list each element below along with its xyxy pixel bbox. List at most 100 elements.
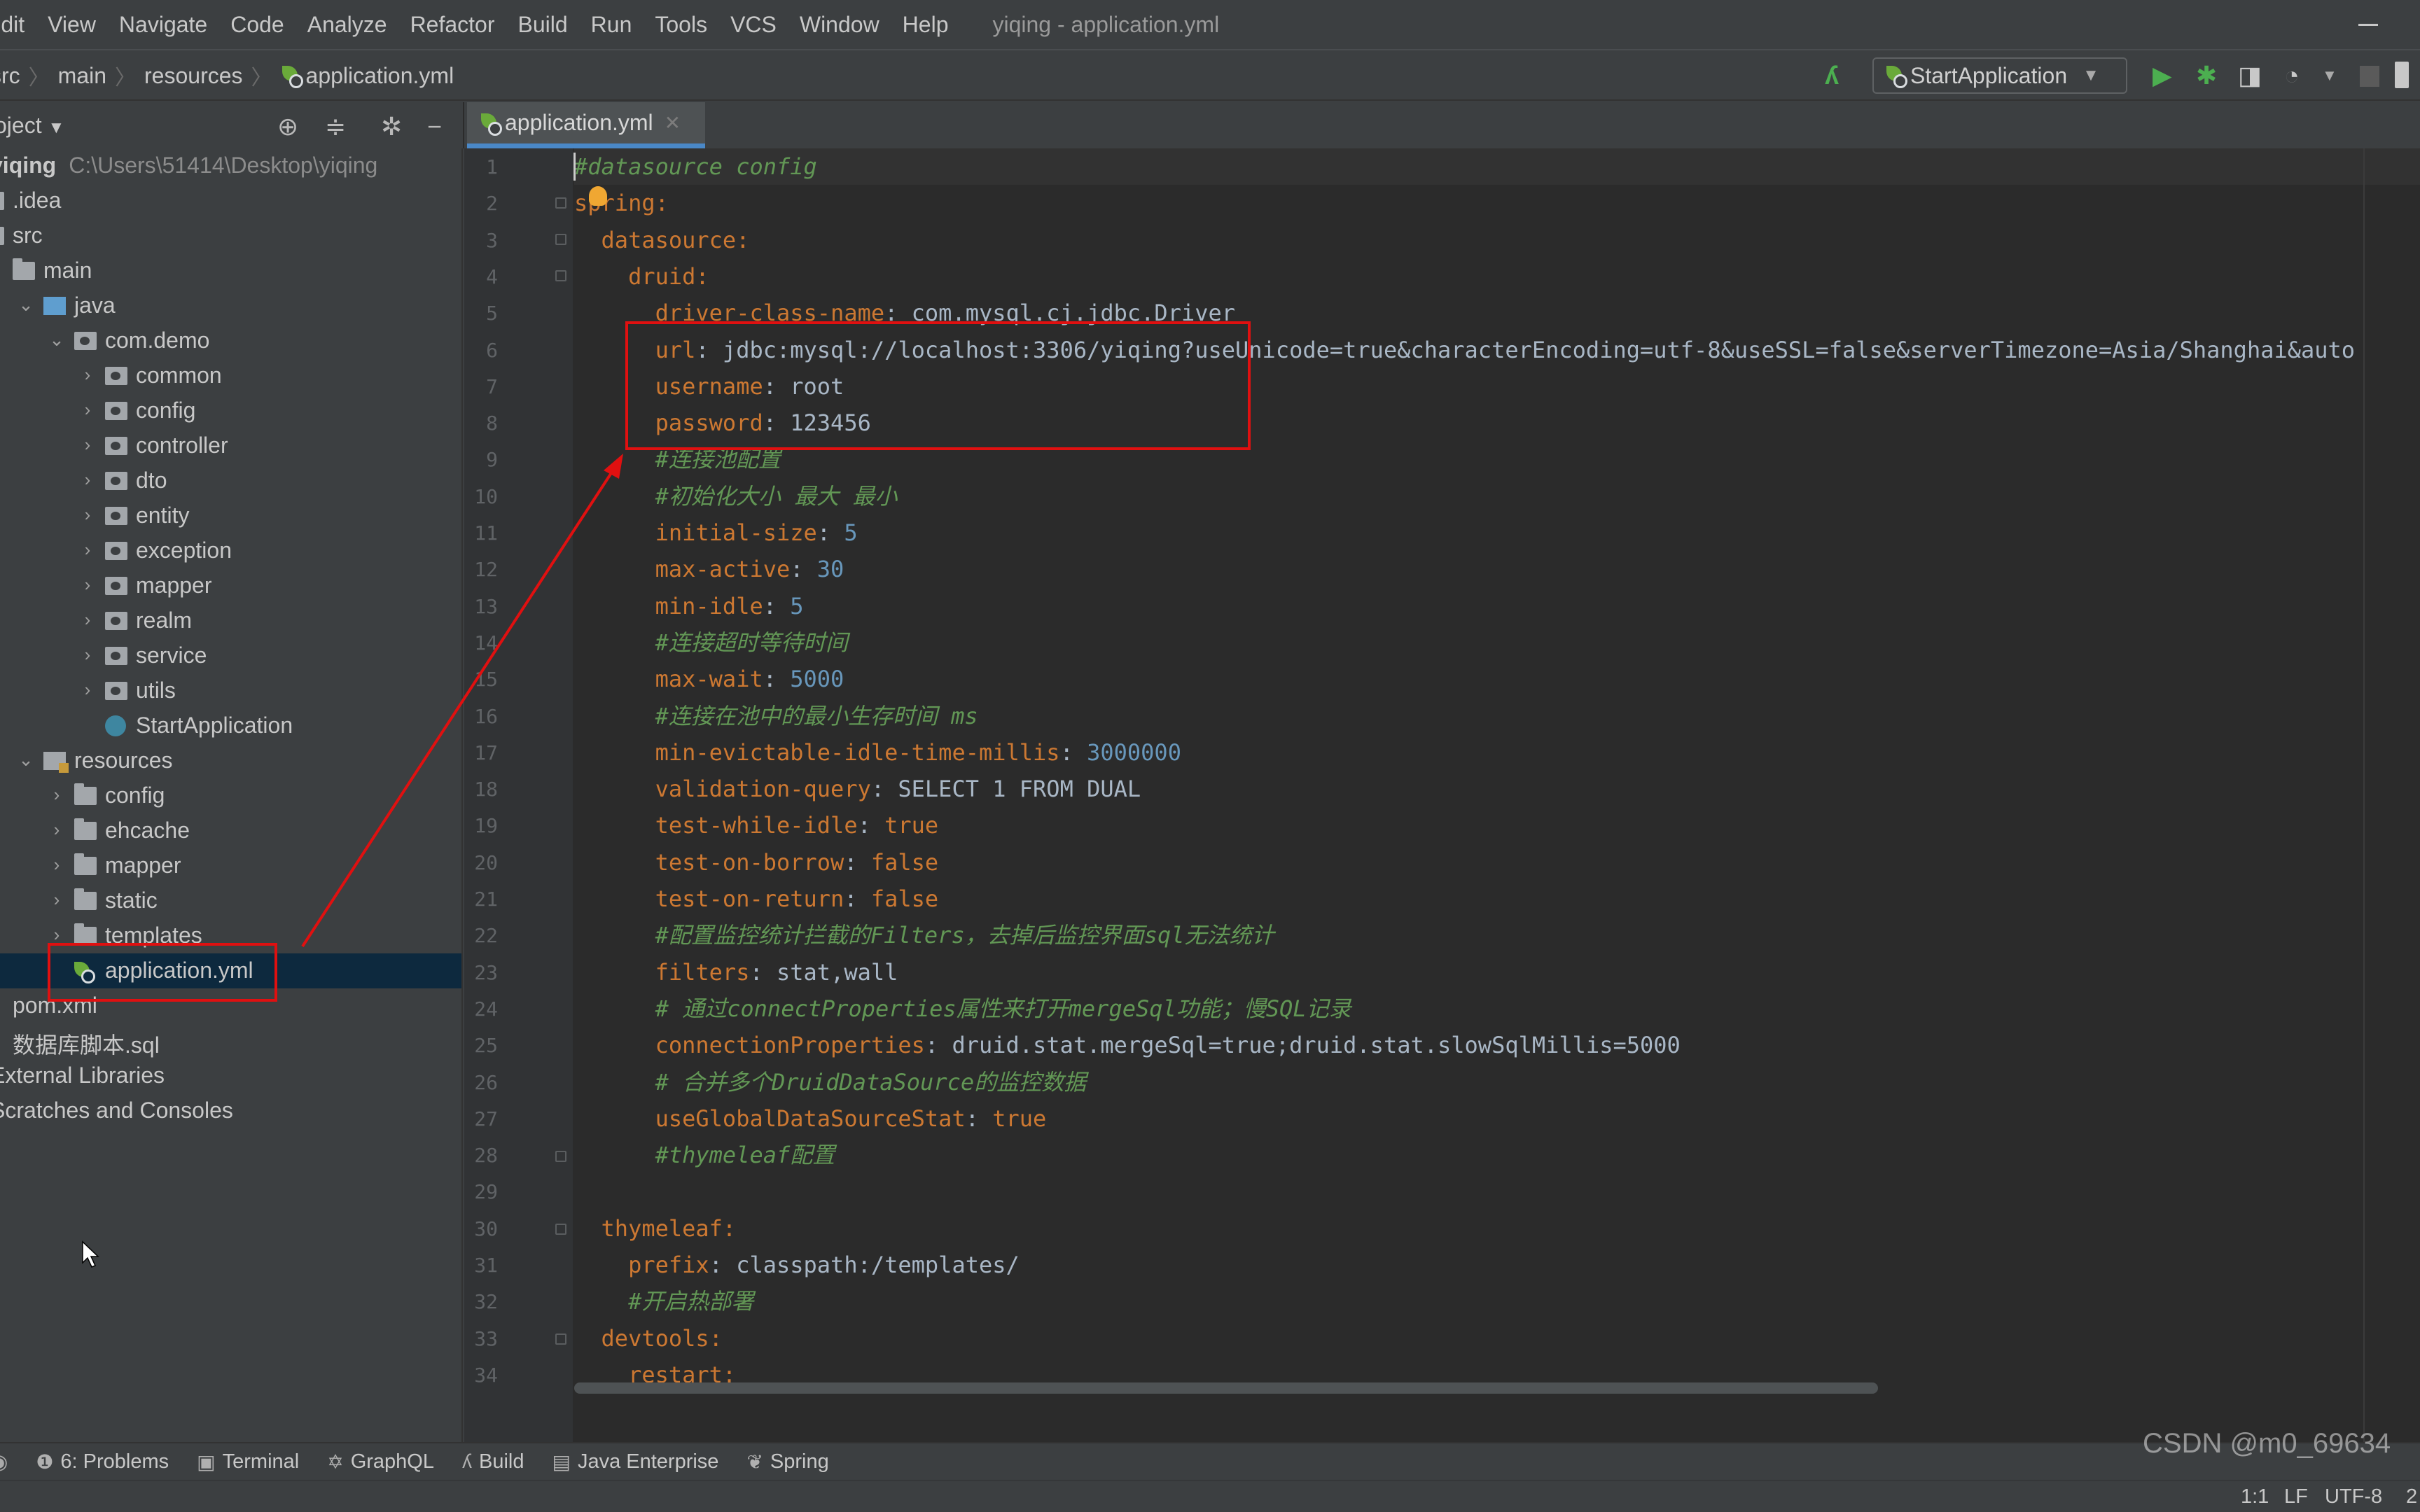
menu-refactor[interactable]: Refactor [410, 12, 495, 38]
code-line[interactable]: min-idle: 5 [574, 588, 804, 624]
code-line[interactable]: # 合并多个DruidDataSource的监控数据 [574, 1064, 1087, 1100]
code-line[interactable]: useGlobalDataSourceStat: true [574, 1100, 1047, 1137]
fold-icon[interactable] [555, 1334, 566, 1345]
tab-application-yml[interactable]: application.yml ✕ [467, 102, 705, 148]
code-line[interactable]: test-while-idle: true [574, 807, 939, 844]
chevron-right-icon[interactable]: › [77, 539, 98, 561]
chevron-down-icon[interactable]: ⌄ [15, 749, 36, 771]
fold-icon[interactable] [555, 197, 566, 209]
code-line[interactable]: min-evictable-idle-time-millis: 3000000 [574, 734, 1181, 771]
code-line[interactable]: druid: [574, 258, 709, 295]
tool-window-problems[interactable]: ❶ 6: Problems [36, 1450, 169, 1474]
code-line[interactable]: max-wait: 5000 [574, 661, 844, 697]
tree-item[interactable]: › ehcache [0, 813, 461, 848]
tree-item[interactable]: ⌄ com.demo [0, 323, 461, 358]
collapse-all-icon[interactable]: ≑ [325, 112, 346, 141]
run-configuration-select[interactable]: StartApplication ▼ [1872, 57, 2127, 94]
tree-item[interactable]: › utils [0, 673, 461, 708]
chevron-right-icon[interactable]: › [77, 644, 98, 666]
horizontal-scrollbar[interactable] [574, 1382, 1878, 1394]
tree-item[interactable]: › mapper [0, 568, 461, 603]
menu-analyze[interactable]: Analyze [307, 12, 387, 38]
indent-info[interactable]: 2 [2406, 1485, 2417, 1508]
stop-icon[interactable] [2360, 66, 2379, 87]
tool-window-graphql[interactable]: ✡ GraphQL [327, 1450, 434, 1474]
gear-icon[interactable]: ✲ [381, 112, 402, 141]
code-line[interactable]: validation-query: SELECT 1 FROM DUAL [574, 771, 1141, 807]
tree-item[interactable]: › mapper [0, 848, 461, 883]
tree-item[interactable]: StartApplication [0, 708, 461, 743]
line-separator[interactable]: LF [2284, 1485, 2308, 1508]
code-line[interactable]: prefix: classpath:/templates/ [574, 1247, 1020, 1283]
run-icon[interactable]: ▶ [2153, 62, 2172, 90]
chevron-right-icon[interactable]: › [46, 889, 67, 911]
close-icon[interactable]: ✕ [665, 111, 681, 134]
code-line[interactable]: #datasource config [574, 148, 817, 185]
chevron-down-icon[interactable]: ▼ [2322, 62, 2337, 90]
caret-position[interactable]: 1:1 [2241, 1485, 2269, 1508]
chevron-right-icon[interactable]: › [46, 854, 67, 876]
breadcrumb-src[interactable]: src 〉 [0, 60, 58, 91]
tool-window-java-enterprise[interactable]: ▤ Java Enterprise [552, 1450, 718, 1474]
chevron-right-icon[interactable]: › [77, 434, 98, 456]
tree-item[interactable]: › common [0, 358, 461, 393]
code-line[interactable]: # 通过connectProperties属性来打开mergeSql功能；慢SQ… [574, 990, 1351, 1027]
menu-help[interactable]: Help [903, 12, 949, 38]
tool-window-build[interactable]: ʎ Build [462, 1450, 524, 1474]
tool-window-terminal[interactable]: ▣ Terminal [197, 1450, 299, 1474]
code-line[interactable]: initial-size: 5 [574, 514, 858, 551]
project-view-select[interactable]: Project ▼ [0, 113, 64, 139]
tree-item[interactable]: › entity [0, 498, 461, 533]
tree-item[interactable]: › realm [0, 603, 461, 638]
tree-item[interactable]: › dto [0, 463, 461, 498]
code-line[interactable]: max-active: 30 [574, 551, 844, 587]
tree-item[interactable]: › controller [0, 428, 461, 463]
chevron-right-icon[interactable]: › [77, 364, 98, 386]
chevron-right-icon[interactable]: › [77, 504, 98, 526]
hide-panel-icon[interactable]: − [427, 112, 442, 141]
code-line[interactable]: #初始化大小 最大 最小 [574, 478, 898, 514]
chevron-right-icon[interactable]: › [46, 819, 67, 841]
breadcrumb-file[interactable]: application.yml [281, 63, 454, 89]
menu-build[interactable]: Build [518, 12, 568, 38]
code-line[interactable]: thymeleaf: [574, 1210, 737, 1247]
tree-item[interactable]: › config [0, 393, 461, 428]
code-line[interactable]: spring: [574, 185, 669, 221]
minimize-button[interactable] [2358, 24, 2378, 26]
fold-icon[interactable] [555, 1224, 566, 1235]
code-line[interactable]: connectionProperties: druid.stat.mergeSq… [574, 1027, 1681, 1063]
chevron-right-icon[interactable]: › [77, 679, 98, 701]
build-hammer-icon[interactable]: ʎ [1825, 62, 1839, 90]
chevron-down-icon[interactable]: ⌄ [0, 259, 6, 281]
code-line[interactable]: devtools: [574, 1320, 723, 1357]
menu-run[interactable]: Run [591, 12, 632, 38]
tree-item[interactable]: ⌄ java [0, 288, 461, 323]
code-line[interactable]: #连接在池中的最小生存时间 ms [574, 698, 978, 734]
chevron-down-icon[interactable]: ⌄ [15, 294, 36, 316]
profiler-icon[interactable]: ◔ [2284, 62, 2300, 90]
chevron-right-icon[interactable]: › [77, 399, 98, 421]
tree-item[interactable]: ⌄ main [0, 253, 461, 288]
menu-code[interactable]: Code [230, 12, 284, 38]
coverage-icon[interactable]: ◨ [2238, 62, 2262, 90]
file-encoding[interactable]: UTF-8 [2325, 1485, 2382, 1508]
tree-item[interactable]: ⌄yiqingC:\Users\51414\Desktop\yiqing [0, 148, 461, 183]
debug-icon[interactable]: ✱ [2196, 62, 2217, 90]
fold-icon[interactable] [555, 1151, 566, 1162]
lightbulb-icon[interactable] [589, 186, 607, 206]
menu-vcs[interactable]: VCS [730, 12, 777, 38]
tree-item[interactable]: ⌄src [0, 218, 461, 253]
chevron-right-icon[interactable]: › [77, 574, 98, 596]
project-structure-icon[interactable] [2395, 62, 2409, 88]
code-line[interactable]: test-on-return: false [574, 881, 939, 917]
code-line[interactable]: test-on-borrow: false [574, 844, 939, 881]
tree-item[interactable]: › service [0, 638, 461, 673]
tool-window-spring[interactable]: ❦ Spring [746, 1450, 828, 1474]
menu-tools[interactable]: Tools [655, 12, 707, 38]
code-line[interactable]: datasource: [574, 222, 750, 258]
locate-file-icon[interactable]: ⊕ [277, 112, 298, 141]
code-line[interactable]: filters: stat,wall [574, 954, 898, 990]
tree-item[interactable]: ⌄ resources [0, 743, 461, 778]
tree-item[interactable]: ›External Libraries [0, 1058, 461, 1093]
menu-edit[interactable]: Edit [0, 12, 25, 38]
